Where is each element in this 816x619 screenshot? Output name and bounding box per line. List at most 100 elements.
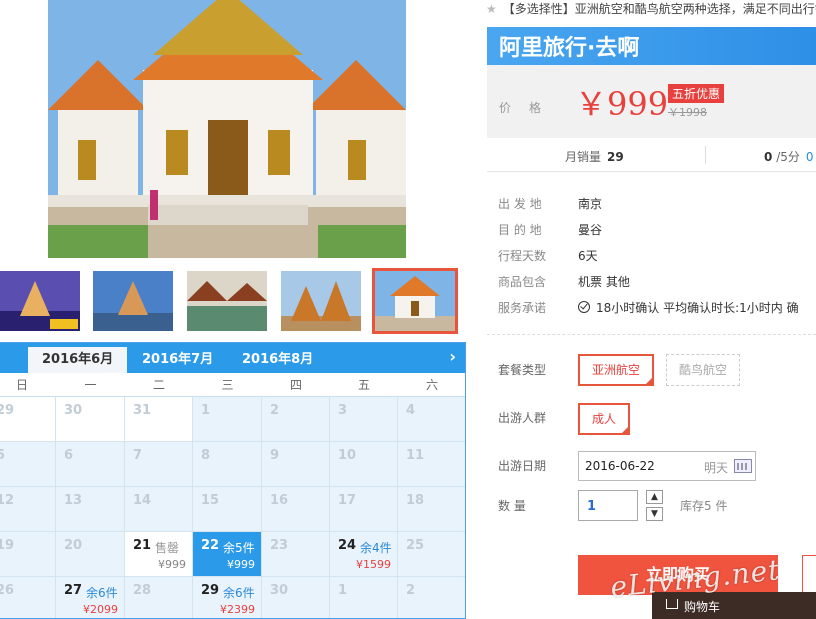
calendar-day: 30 [262,577,330,618]
calendar-day-number: 19 [0,538,15,553]
calendar-day-number: 15 [201,493,220,508]
weekday-label: 四 [289,378,302,392]
calendar-day-number: 12 [0,493,15,508]
quantity-value: 1 [587,499,597,514]
calendar-day: 17 [330,487,398,532]
calendar-weekdays: 日一二三四五六 [0,373,465,397]
calendar-day: 12 [0,487,56,532]
calendar-icon[interactable] [734,459,752,473]
rating-value: 0 [764,150,773,164]
add-to-cart-button[interactable] [802,555,816,595]
calendar-day-number: 26 [0,583,15,598]
calendar-day-number: 2 [406,583,416,598]
calendar-day-number: 14 [133,493,152,508]
calendar-day-number: 1 [338,583,348,598]
calendar-day-number: 27 [64,583,83,598]
info-key: 目 的 地 [498,223,542,237]
product-title-text: 【多选择性】亚洲航空和酷鸟航空两种选择，满足不同出行需求 [502,2,816,16]
price-box: 价格 ￥999 五折优惠 ￥1998 [487,65,816,138]
thumbnail-2[interactable] [93,271,173,331]
price-label: 价格 [499,101,560,115]
calendar-day-price: ¥999 [227,558,255,571]
check-circle-icon [578,301,590,313]
calendar-day[interactable]: 24 余4件 ¥1599 [330,532,398,577]
travel-date-tag: 明天 [704,461,729,475]
brand-banner: 阿里旅行·去啊 [487,27,816,65]
info-key: 行程天数 [498,249,547,263]
traveler-type-label: 出游人群 [498,411,547,425]
calendar-day-number: 17 [338,493,357,508]
travel-date-input[interactable]: 2016-06-22 明天 [578,451,756,481]
calendar-day: 6 [56,442,125,487]
info-value: 南京 [578,197,603,211]
info-departure: 出 发 地 南京 [498,195,816,215]
discount-badge: 五折优惠 [668,84,725,103]
calendar-day-number: 2 [270,403,280,418]
package-option-asia[interactable]: 亚洲航空 [578,354,654,386]
weekday-label: 五 [357,378,370,392]
cart-icon [666,599,678,609]
thumbnail-5-active[interactable] [372,268,458,334]
calendar-day-stock: 余5件 [223,541,255,555]
calendar-day-stock: 余4件 [360,541,392,555]
info-value-wrap: 18小时确认 平均确认时长:1小时内 确 [578,299,799,316]
info-value: 机票 其他 [578,275,630,289]
quantity-input[interactable]: 1 [578,490,638,521]
calendar-day: 29 [0,397,56,442]
calendar-header: 2016年6月 2016年7月 2016年8月 › [0,343,465,373]
calendar-day: 1 [330,577,398,618]
quantity-decrease-icon[interactable]: ▼ [646,507,663,521]
thumbnail-1[interactable] [0,271,80,331]
weekday-label: 三 [221,378,234,392]
quantity-increase-icon[interactable]: ▲ [646,490,663,504]
info-service: 服务承诺 18小时确认 平均确认时长:1小时内 确 [498,299,816,319]
traveler-option-adult[interactable]: 成人 [578,403,630,435]
dashed-divider [487,334,816,335]
info-key: 服务承诺 [498,301,547,315]
calendar-day: 23 [262,532,330,577]
calendar-day-number: 30 [64,403,83,418]
calendar-day: 18 [398,487,465,532]
calendar-day-number: 13 [64,493,83,508]
thumbnail-strip [0,268,470,334]
calendar-day: 26 [0,577,56,618]
rating-suffix: /5分 [776,150,800,164]
thumbnail-3[interactable] [187,271,267,331]
weekday-label: 六 [425,378,438,392]
package-option-kuniao[interactable]: 酷鸟航空 [666,354,740,386]
info-destination: 目 的 地 曼谷 [498,221,816,241]
calendar-day-selected[interactable]: 22 余5件 ¥999 [193,532,262,577]
thumbnail-4[interactable] [281,271,361,331]
calendar-day-number: 29 [0,403,15,418]
chevron-right-icon[interactable]: › [449,347,456,366]
product-title: ★ 【多选择性】亚洲航空和酷鸟航空两种选择，满足不同出行需求 [486,0,816,17]
calendar-day: 28 [125,577,193,618]
calendar-tab-july[interactable]: 2016年7月 [128,347,227,373]
sales-bar: 月销量 29 0 /5分 0 [487,138,816,172]
calendar-day-price: ¥1599 [356,558,391,571]
calendar-day: 2 [398,577,465,618]
calendar-day: 20 [56,532,125,577]
calendar-day-stock: 余6件 [86,586,118,600]
calendar-tab-june[interactable]: 2016年6月 [28,347,128,373]
calendar-day-number: 10 [338,448,357,463]
calendar-day-price: ¥999 [158,558,186,571]
star-icon[interactable]: ★ [486,2,497,16]
stock-label: 库存5 件 [680,499,728,513]
info-value: 18小时确认 平均确认时长:1小时内 确 [596,301,799,315]
calendar-day-price: ¥2099 [83,603,118,616]
calendar-day[interactable]: 27 余6件 ¥2099 [56,577,125,618]
calendar-day-number: 21 [133,538,152,553]
calendar-tab-august[interactable]: 2016年8月 [228,347,327,373]
calendar-day: 7 [125,442,193,487]
weekday-label: 一 [84,378,97,392]
calendar-day-number: 29 [201,583,220,598]
calendar-day-number: 20 [64,538,83,553]
cart-label: 购物车 [684,600,721,614]
review-count[interactable]: 0 [806,150,814,164]
calendar-day: 4 [398,397,465,442]
calendar-day[interactable]: 29 余6件 ¥2399 [193,577,262,618]
original-price: ￥1998 [668,106,707,119]
info-key: 商品包含 [498,275,547,289]
calendar-day: 11 [398,442,465,487]
